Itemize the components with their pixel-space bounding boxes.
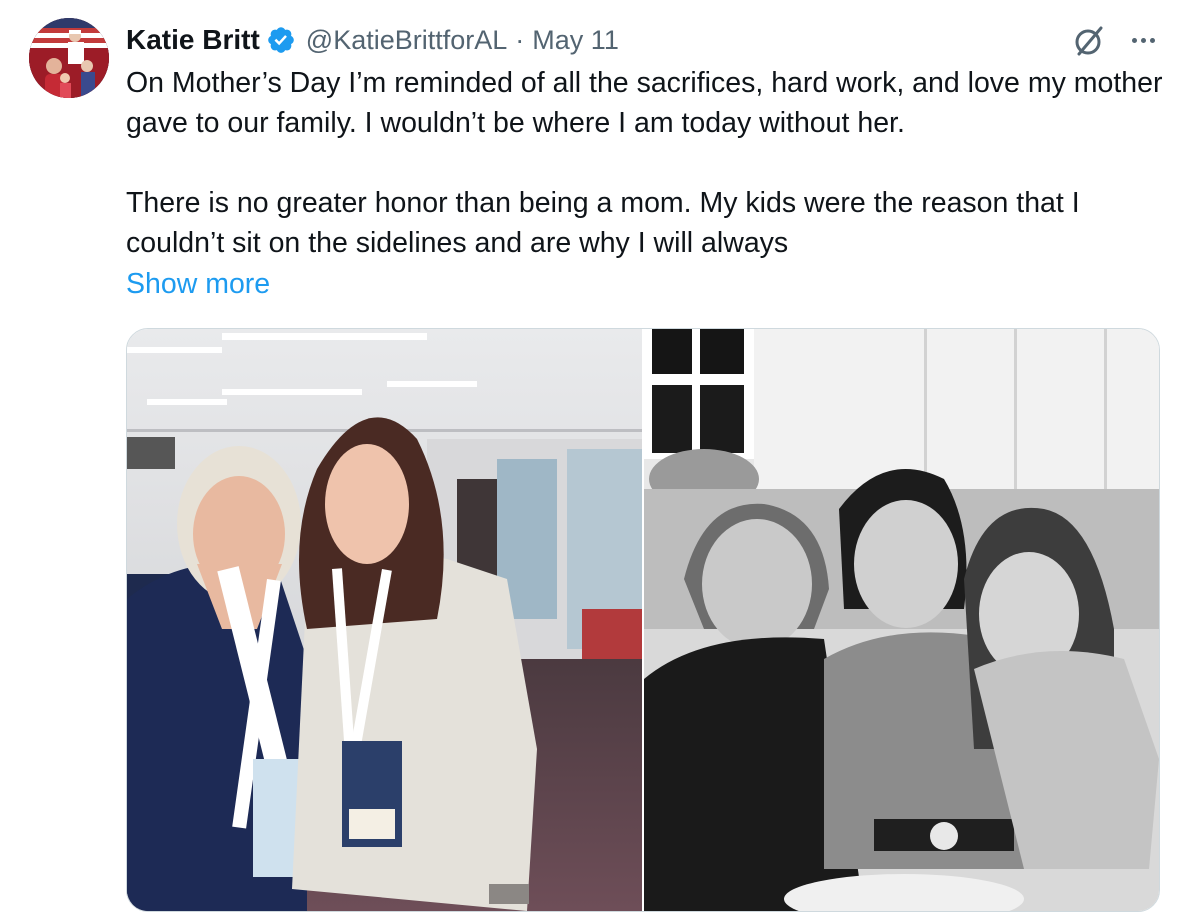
verified-badge-icon	[267, 27, 294, 53]
more-dot-icon	[1140, 37, 1146, 43]
more-dot-icon	[1149, 37, 1155, 43]
media-photo-2[interactable]	[644, 329, 1159, 911]
avatar-photo	[29, 18, 109, 98]
photo-2-image	[644, 329, 1159, 911]
more-dot-icon	[1131, 37, 1137, 43]
photo-1-image	[127, 329, 642, 911]
author-avatar[interactable]	[29, 18, 109, 98]
author-name[interactable]: Katie Britt	[126, 24, 260, 56]
more-options-icon[interactable]	[1123, 22, 1163, 58]
media-photo-1[interactable]	[127, 329, 642, 911]
tweet-paragraph-2: There is no greater honor than being a m…	[126, 187, 1080, 259]
tweet-media	[126, 328, 1160, 912]
author-handle[interactable]: @KatieBrittforAL	[306, 25, 508, 56]
tweet-date[interactable]: May 11	[532, 25, 619, 56]
header-separator: ·	[515, 24, 525, 55]
grok-icon-graphic	[1075, 26, 1103, 56]
show-more-link[interactable]: Show more	[126, 264, 270, 304]
grok-icon[interactable]	[1070, 22, 1108, 60]
tweet-text: On Mother’s Day I’m reminded of all the …	[126, 63, 1176, 263]
tweet-paragraph-1: On Mother’s Day I’m reminded of all the …	[126, 67, 1163, 139]
tweet-header: Katie Britt @KatieBrittforAL · May 11	[126, 20, 619, 60]
